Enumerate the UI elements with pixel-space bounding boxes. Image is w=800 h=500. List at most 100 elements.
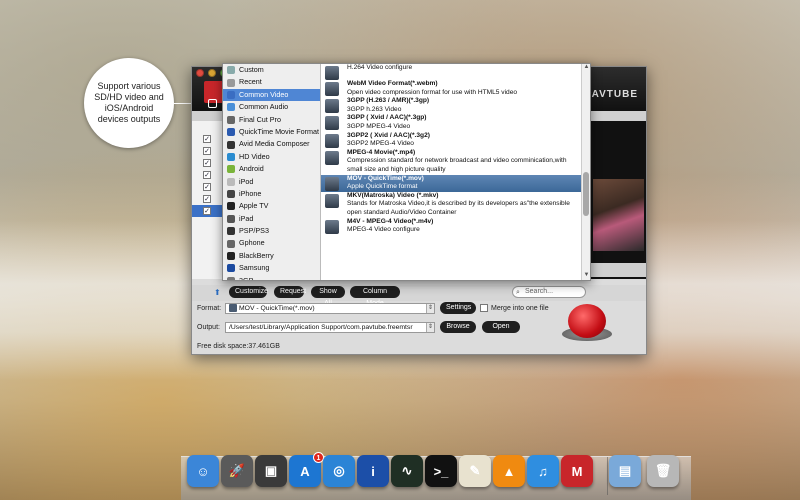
format-item[interactable]: MOV - QuickTime(*.mov) Apple QuickTime fo…	[321, 174, 582, 192]
format-item[interactable]: 3GPP ( Xvid / AAC)(*.3gp) 3GPP MPEG-4 Vid…	[321, 114, 582, 131]
category-item[interactable]: Recent	[223, 76, 320, 88]
category-item[interactable]: iPhone	[223, 188, 320, 200]
format-title: MKV(Matroska) Video (*.mkv)	[347, 191, 439, 199]
format-item[interactable]: H.264 Video configure	[321, 64, 582, 80]
format-text: MKV(Matroska) Video (*.mkv) Stands for Ma…	[339, 192, 580, 218]
category-item[interactable]: Android	[223, 163, 320, 175]
format-scrollbar[interactable]: ▲ ▼	[581, 64, 590, 280]
format-item[interactable]: MPEG-4 Movie(*.mp4) Compression standard …	[321, 149, 582, 175]
category-label: BlackBerry	[239, 250, 274, 260]
format-select[interactable]: MOV - QuickTime(*.mov) ⇕	[225, 303, 435, 314]
format-icon	[325, 116, 339, 131]
mts-converter-icon[interactable]: M	[561, 455, 593, 487]
category-icon	[227, 252, 235, 261]
launchpad-icon[interactable]: 🚀	[221, 455, 253, 487]
minimize-button[interactable]	[208, 69, 216, 77]
format-item[interactable]: MKV(Matroska) Video (*.mkv) Stands for Ma…	[321, 192, 582, 218]
file-checkbox[interactable]: ✓	[203, 183, 211, 191]
format-title: 3GPP (H.263 / AMR)(*.3gp)	[347, 97, 430, 105]
category-item[interactable]: PSP/PS3	[223, 225, 320, 237]
close-button[interactable]	[196, 69, 204, 77]
search-input[interactable]: ⌕ Search...	[512, 286, 586, 298]
file-row[interactable]: ✓	[192, 157, 222, 169]
format-list: H.264 Video configure WebM Video Format(*…	[321, 64, 582, 280]
category-item[interactable]: QuickTime Movie Format	[223, 126, 320, 138]
category-item[interactable]: Common Video	[223, 88, 320, 102]
file-row[interactable]: ✓	[192, 145, 222, 157]
vlc-icon[interactable]: ▲	[493, 455, 525, 487]
preview-controls[interactable]	[591, 263, 646, 277]
textedit-icon[interactable]: ✎	[459, 455, 491, 487]
category-item[interactable]: iPad	[223, 213, 320, 225]
scroll-up-icon[interactable]: ▲	[582, 64, 591, 72]
feature-callout: Support various SD/HD video and iOS/Andr…	[84, 58, 174, 148]
trash-icon[interactable]: 🗑	[647, 455, 679, 487]
app-store-icon[interactable]: A1	[289, 452, 324, 487]
settings-button[interactable]: Settings	[440, 302, 476, 314]
itunes-icon[interactable]: ♫	[527, 455, 559, 487]
category-item[interactable]: Avid Media Composer	[223, 138, 320, 150]
open-button[interactable]: Open	[482, 321, 520, 333]
free-disk-space: Free disk space:37.461GB	[197, 343, 280, 350]
category-label: Common Video	[239, 89, 289, 99]
category-icon	[227, 190, 235, 199]
category-item[interactable]: iPod	[223, 176, 320, 188]
terminal-icon[interactable]: >_	[425, 455, 457, 487]
file-row[interactable]: ✓	[192, 205, 222, 217]
category-item[interactable]: Samsung	[223, 262, 320, 274]
category-icon	[227, 128, 235, 137]
file-checkbox[interactable]: ✓	[203, 171, 211, 179]
category-item[interactable]: 3GP	[223, 275, 320, 280]
request-button[interactable]: Request	[274, 286, 306, 298]
file-checkbox[interactable]: ✓	[203, 159, 211, 167]
category-item[interactable]: BlackBerry	[223, 250, 320, 262]
convert-button[interactable]	[568, 304, 606, 338]
category-item[interactable]: Gphone	[223, 237, 320, 249]
category-item[interactable]: Common Audio	[223, 101, 320, 113]
applications-folder-icon[interactable]: ▤	[609, 455, 641, 487]
file-checkbox[interactable]: ✓	[203, 195, 211, 203]
category-item[interactable]: HD Video	[223, 151, 320, 163]
format-item[interactable]: WebM Video Format(*.webm) Open video comp…	[321, 80, 582, 97]
browse-button[interactable]: Browse	[440, 321, 476, 333]
category-label: Gphone	[239, 238, 265, 248]
video-converter-icon[interactable]: ▣	[255, 455, 287, 487]
category-label: PSP/PS3	[239, 226, 269, 236]
file-checkbox[interactable]: ✓	[203, 135, 211, 143]
file-checkbox[interactable]: ✓	[203, 147, 211, 155]
file-row[interactable]: ✓	[192, 169, 222, 181]
category-icon	[227, 140, 235, 149]
category-icon	[227, 78, 235, 87]
up-arrow-icon[interactable]: ⬆	[214, 288, 221, 297]
format-text: H.264 Video configure	[339, 64, 412, 73]
category-item[interactable]: Custom	[223, 64, 320, 76]
merge-checkbox[interactable]	[480, 304, 488, 312]
output-path-field[interactable]: /Users/test/Library/Application Support/…	[225, 322, 435, 333]
file-row[interactable]	[192, 121, 222, 133]
file-checkbox[interactable]: ✓	[203, 207, 211, 215]
format-item[interactable]: 3GPP (H.263 / AMR)(*.3gp) 3GPP h.263 Vide…	[321, 97, 582, 114]
category-item[interactable]: Final Cut Pro	[223, 114, 320, 126]
column-mode-button[interactable]: Column Mode	[350, 286, 400, 307]
format-title: M4V - MPEG-4 Video(*.m4v)	[347, 217, 434, 225]
category-item[interactable]: Apple TV	[223, 200, 320, 212]
show-all-button[interactable]: Show All	[311, 286, 345, 307]
format-text: 3GPP ( Xvid / AAC)(*.3gp) 3GPP MPEG-4 Vid…	[339, 114, 427, 131]
file-row[interactable]: ✓	[192, 133, 222, 145]
category-label: QuickTime Movie Format	[239, 126, 320, 136]
safari-icon[interactable]: ◎	[323, 455, 355, 487]
category-label: Android	[239, 164, 264, 174]
format-item[interactable]: M4V - MPEG-4 Video(*.m4v) MPEG-4 Video co…	[321, 218, 582, 235]
activity-monitor-icon[interactable]: ∿	[391, 455, 423, 487]
finder-icon[interactable]: ☺	[187, 455, 219, 487]
format-item[interactable]: 3GPP2 ( Xvid / AAC)(*.3g2) 3GPP2 MPEG-4 V…	[321, 132, 582, 149]
scroll-thumb[interactable]	[583, 172, 589, 216]
info-icon[interactable]: i	[357, 455, 389, 487]
format-description: 3GPP MPEG-4 Video	[347, 122, 411, 130]
file-row[interactable]: ✓	[192, 181, 222, 193]
category-label: Recent	[239, 77, 262, 87]
scroll-down-icon[interactable]: ▼	[582, 272, 591, 280]
file-row[interactable]: ✓	[192, 193, 222, 205]
category-icon	[227, 66, 235, 75]
customize-button[interactable]: Customize	[229, 286, 268, 298]
